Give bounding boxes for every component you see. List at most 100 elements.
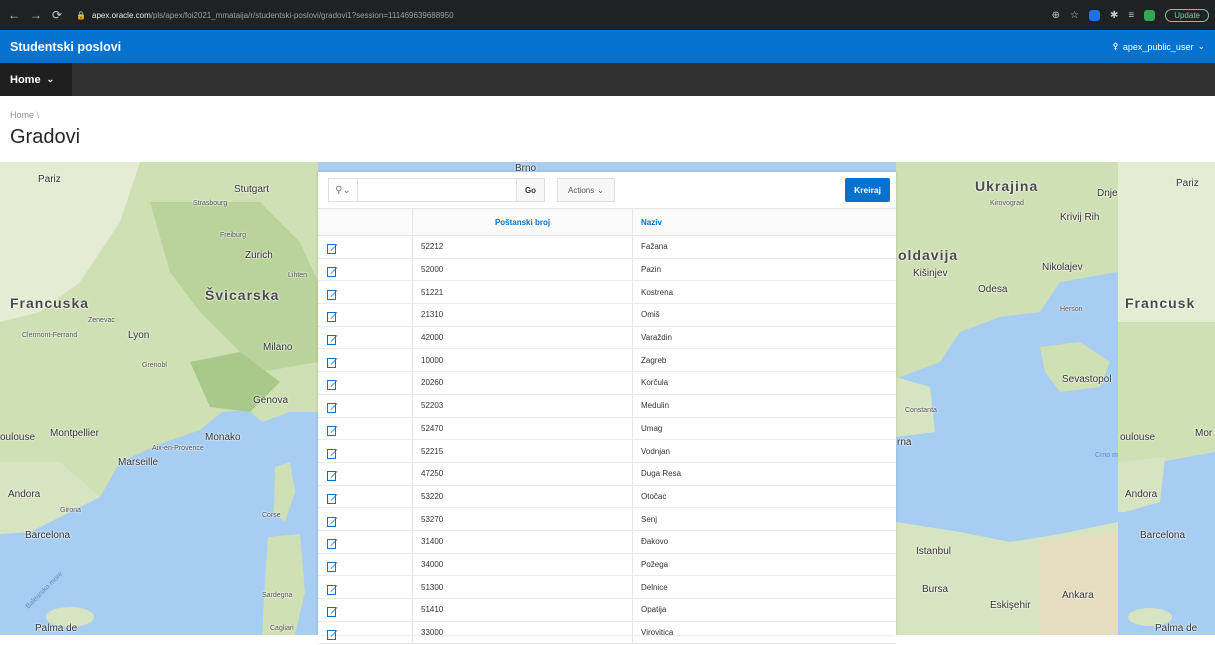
edit-icon[interactable] xyxy=(327,491,338,504)
app-title[interactable]: Studentski poslovi xyxy=(0,40,121,54)
cell-name: Otočac xyxy=(641,491,667,501)
url-path: /pls/apex/foi2021_mmataija/r/studentski-… xyxy=(150,10,454,20)
star-icon[interactable]: ☆ xyxy=(1070,10,1079,21)
edit-cell xyxy=(318,258,413,281)
edit-icon[interactable] xyxy=(327,264,338,278)
map-label: Corse xyxy=(262,512,281,519)
cell-name: Varaždin xyxy=(641,333,672,343)
edit-cell xyxy=(318,462,413,485)
edit-icon[interactable] xyxy=(327,309,338,323)
go-button[interactable]: Go xyxy=(516,179,544,201)
cell-postal: 51300 xyxy=(413,576,633,598)
user-name: apex_public_user xyxy=(1122,41,1194,52)
puzzle-icon[interactable]: ✱ xyxy=(1110,10,1118,21)
map-label: Francusk xyxy=(1125,295,1196,311)
edit-icon[interactable] xyxy=(327,287,338,300)
table-row: 51300 Delnice xyxy=(318,576,896,599)
cell-postal: 42000 xyxy=(413,326,633,349)
table-row: 42000 Varaždin xyxy=(318,326,896,350)
nav-home[interactable]: Home ⌄ xyxy=(0,63,72,96)
cell-postal: 52470 xyxy=(413,417,633,440)
actions-button[interactable]: Actions ⌄ xyxy=(557,178,615,202)
create-button[interactable]: Kreiraj xyxy=(845,178,890,202)
table-row: 52215 Vodnjan xyxy=(318,440,896,463)
chevron-down-icon: ⌄ xyxy=(1197,41,1205,51)
top-nav-bar: Home ⌄ xyxy=(0,63,1215,96)
edit-icon[interactable] xyxy=(327,332,338,346)
cell-name: Zagreb xyxy=(641,355,667,365)
address-bar[interactable]: 🔒 apex.oracle.com/pls/apex/foi2021_mmata… xyxy=(76,4,453,26)
edit-cell xyxy=(318,508,413,530)
map-label: Mor xyxy=(1195,428,1213,439)
edit-cell xyxy=(318,530,413,553)
update-button[interactable]: Update xyxy=(1165,8,1209,22)
edit-cell xyxy=(318,349,413,372)
table-row: 10000 Zagreb xyxy=(318,349,896,373)
map-label: Sardegna xyxy=(262,592,293,599)
map-label: Stutgart xyxy=(234,184,270,195)
edit-icon[interactable] xyxy=(327,536,338,550)
table-row: 34000 Požega xyxy=(318,553,896,577)
cell-postal: 10000 xyxy=(413,349,633,372)
edit-icon[interactable] xyxy=(327,604,338,618)
cell-postal: 51221 xyxy=(413,281,633,304)
reading-list-icon[interactable]: ≡ xyxy=(1128,10,1134,21)
cell-postal: 52000 xyxy=(413,258,633,281)
map-label: Barcelona xyxy=(25,530,71,541)
cell-name: Korčula xyxy=(641,378,669,388)
edit-icon[interactable] xyxy=(327,514,338,527)
cell-postal: 52212 xyxy=(413,236,633,258)
edit-icon[interactable] xyxy=(327,400,338,414)
cell-name: Opatija xyxy=(641,605,667,615)
map-label: Palma de xyxy=(1155,623,1198,634)
extension-icon[interactable] xyxy=(1088,9,1100,21)
cell-name: Senj xyxy=(641,514,658,524)
app-header: Studentski poslovi ⚴ apex_public_user ⌄ xyxy=(0,30,1215,63)
map-label: Montpellier xyxy=(50,428,99,439)
cell-name: Duga Resa xyxy=(641,469,682,479)
nav-home-label: Home xyxy=(10,73,41,86)
profile-icon[interactable] xyxy=(1144,9,1156,21)
map-label: Strasbourg xyxy=(193,200,228,207)
column-header-postal[interactable]: Poštanski broj xyxy=(413,209,633,235)
cell-name: Omiš xyxy=(641,310,660,320)
chevron-down-icon: ⌄ xyxy=(597,185,604,195)
edit-cell xyxy=(318,394,413,417)
user-menu[interactable]: ⚴ apex_public_user ⌄ xyxy=(1112,41,1215,52)
edit-icon[interactable] xyxy=(327,241,338,255)
forward-icon[interactable]: → xyxy=(30,8,42,22)
map-label: oulouse xyxy=(1120,432,1156,443)
map-label: Zenevac xyxy=(88,317,115,324)
grid-body: 52212 Fažana 52000 Pazin 51221 Kostrena 21310 O… xyxy=(318,236,896,645)
map-label: Pariz xyxy=(1176,178,1199,189)
map-label: Dnje xyxy=(1097,188,1118,199)
edit-icon[interactable] xyxy=(327,582,338,595)
search-icon[interactable]: ⚲⌄ xyxy=(329,185,357,196)
map-label: Lihten xyxy=(288,272,308,279)
map-label: Milano xyxy=(263,342,293,353)
cell-name: Virovitica xyxy=(641,628,674,638)
breadcrumb-home[interactable]: Home xyxy=(10,110,34,120)
edit-icon[interactable] xyxy=(327,468,338,482)
edit-icon[interactable] xyxy=(327,559,338,572)
edit-icon[interactable] xyxy=(327,355,338,368)
cell-postal: 52215 xyxy=(413,440,633,462)
edit-icon[interactable] xyxy=(327,377,338,391)
map-label: Andora xyxy=(1125,489,1158,500)
edit-cell xyxy=(318,417,413,440)
edit-icon[interactable] xyxy=(327,627,338,641)
reload-icon[interactable]: ⟳ xyxy=(52,8,62,22)
search-input[interactable] xyxy=(357,179,516,201)
edit-icon[interactable] xyxy=(327,423,338,436)
cell-postal: 33000 xyxy=(413,621,633,644)
map-label: Andora xyxy=(8,489,41,500)
table-row: 20260 Korčula xyxy=(318,372,896,395)
map-label: Marseille xyxy=(118,457,159,468)
cell-postal: 53220 xyxy=(413,485,633,508)
zoom-icon[interactable]: ⊕ xyxy=(1052,10,1060,21)
column-header-name[interactable]: Naziv xyxy=(633,209,896,235)
actions-label: Actions xyxy=(568,185,595,195)
edit-icon[interactable] xyxy=(327,446,338,459)
map-label: Aix-en-Provence xyxy=(152,445,204,452)
back-icon[interactable]: ← xyxy=(8,8,20,22)
